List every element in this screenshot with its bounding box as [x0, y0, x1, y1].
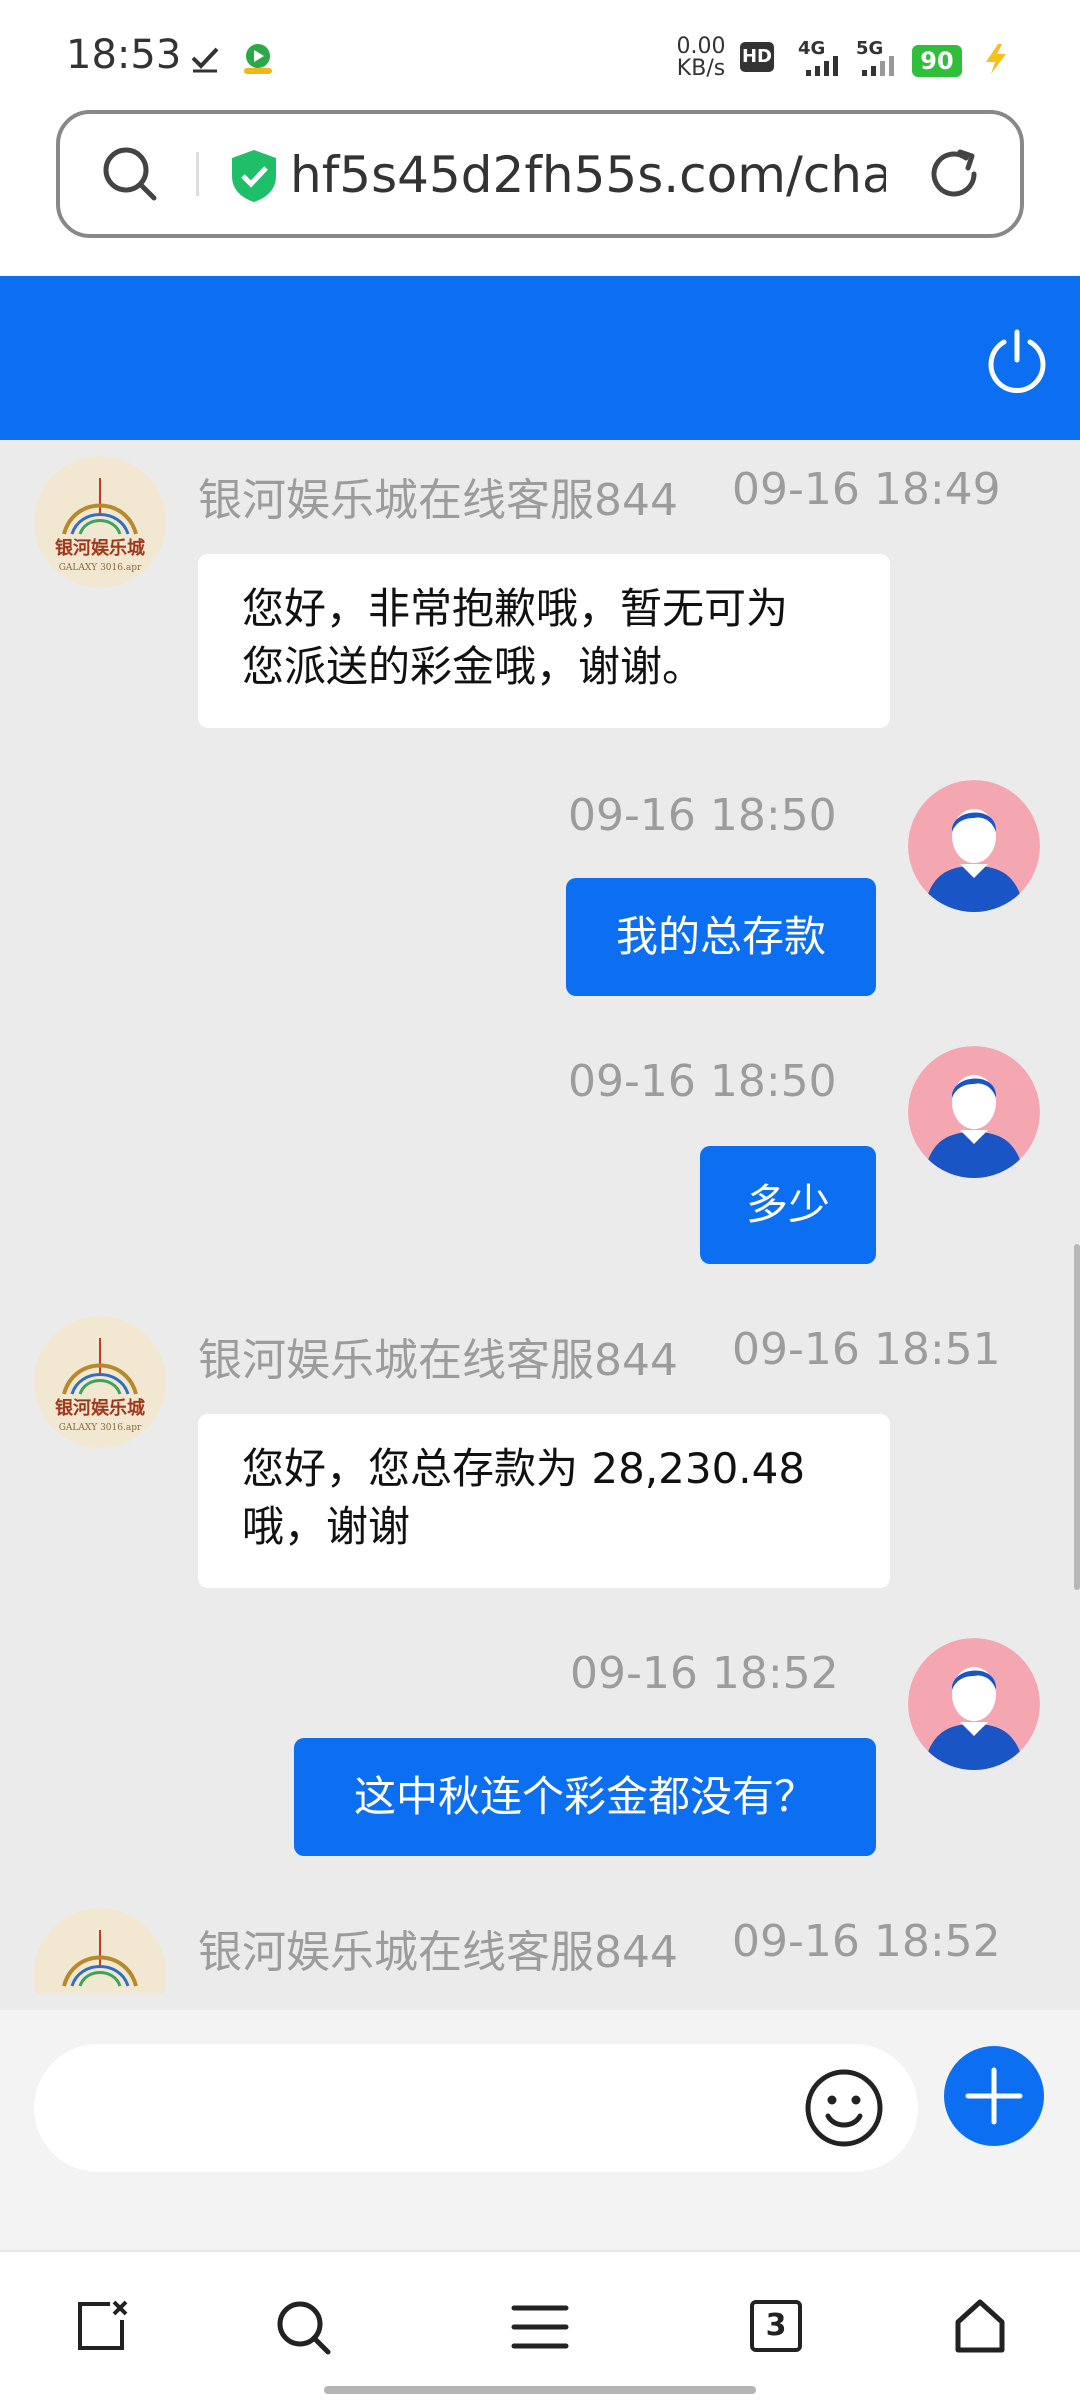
search-icon[interactable] [100, 144, 160, 204]
agent-avatar [34, 1908, 166, 1994]
status-time: 18:53 [66, 32, 182, 78]
user-avatar-icon [908, 780, 1040, 912]
status-bar: 18:53 0.00 KB/s HD 4G 5G 90 [0, 0, 1080, 100]
signal-4g-icon [806, 56, 838, 76]
menu-icon[interactable] [510, 2302, 570, 2352]
gesture-bar[interactable] [324, 2386, 756, 2394]
message-time: 09-16 18:52 [570, 1648, 839, 1699]
user-message-bubble: 多少 [700, 1146, 876, 1264]
svg-text:银河娱乐城: 银河娱乐城 [55, 1397, 145, 1419]
emoji-icon[interactable] [802, 2066, 886, 2150]
user-avatar-icon [908, 1046, 1040, 1178]
tabs-button[interactable]: 3 [750, 2300, 802, 2352]
agent-avatar: 银河娱乐城 GALAXY 3016.apr [34, 456, 166, 588]
user-message-bubble: 我的总存款 [566, 878, 876, 996]
hd-badge: HD [740, 42, 774, 72]
user-avatar [908, 780, 1040, 912]
address-divider [196, 152, 199, 196]
message-time: 09-16 18:51 [732, 1324, 1001, 1375]
scrollbar[interactable] [1074, 1244, 1080, 1590]
signal-5g-icon [862, 56, 894, 76]
message-time: 09-16 18:52 [732, 1916, 1001, 1967]
svg-text:GALAXY 3016.apr: GALAXY 3016.apr [59, 563, 142, 573]
network-speed: 0.00 KB/s [672, 36, 730, 80]
network-speed-unit: KB/s [676, 56, 726, 81]
check-icon [191, 47, 219, 73]
battery-indicator: 90 [912, 45, 962, 77]
power-icon[interactable] [982, 326, 1052, 396]
agent-avatar: 银河娱乐城 GALAXY 3016.apr [34, 1316, 166, 1448]
galaxy-logo-icon: 银河娱乐城 GALAXY 3016.apr [34, 1316, 166, 1448]
message-text-line: 您派送的彩金哦，谢谢。 [242, 642, 705, 691]
app-notification-icon [244, 44, 272, 74]
nav-search-icon[interactable] [274, 2298, 332, 2356]
user-message-bubble: 这中秋连个彩金都没有？ [294, 1738, 876, 1856]
agent-name: 银河娱乐城在线客服844 [198, 1927, 678, 1978]
message-text-line: 您好，非常抱歉哦，暂无可为 [242, 584, 789, 633]
message-input[interactable] [34, 2044, 918, 2172]
message-time: 09-16 18:50 [568, 1056, 837, 1107]
galaxy-logo-icon [34, 1908, 166, 1994]
svg-text:银河娱乐城: 银河娱乐城 [55, 537, 145, 559]
message-text-line: 哦，谢谢 [242, 1502, 411, 1551]
chat-message-list[interactable]: 银河娱乐城 GALAXY 3016.apr 银河娱乐城在线客服844 09-16… [0, 440, 1080, 2010]
user-avatar [908, 1046, 1040, 1178]
message-time: 09-16 18:49 [732, 464, 1001, 515]
edit-icon[interactable] [74, 2298, 130, 2354]
network-speed-value: 0.00 [676, 34, 726, 59]
charging-icon [986, 44, 1006, 74]
url-text[interactable]: hf5s45d2fh55s.com/chat/ [290, 146, 886, 204]
agent-name: 银河娱乐城在线客服844 [198, 1335, 678, 1386]
user-avatar [908, 1638, 1040, 1770]
refresh-icon[interactable] [924, 144, 986, 206]
chat-header [0, 276, 1080, 440]
browser-bottom-nav: 3 [0, 2250, 1080, 2400]
agent-name: 银河娱乐城在线客服844 [198, 475, 678, 526]
user-avatar-icon [908, 1638, 1040, 1770]
svg-text:GALAXY 3016.apr: GALAXY 3016.apr [59, 1423, 142, 1433]
agent-message-bubble: 您好，您总存款为 28,230.48 哦，谢谢 [198, 1414, 890, 1588]
home-icon[interactable] [950, 2296, 1010, 2356]
message-text-line: 您好，您总存款为 28,230.48 [242, 1444, 806, 1493]
agent-message-bubble: 您好，非常抱歉哦，暂无可为 您派送的彩金哦，谢谢。 [198, 554, 890, 728]
add-icon[interactable] [944, 2046, 1044, 2146]
message-time: 09-16 18:50 [568, 790, 837, 841]
secure-shield-icon [232, 150, 276, 202]
galaxy-logo-icon: 银河娱乐城 GALAXY 3016.apr [34, 456, 166, 588]
